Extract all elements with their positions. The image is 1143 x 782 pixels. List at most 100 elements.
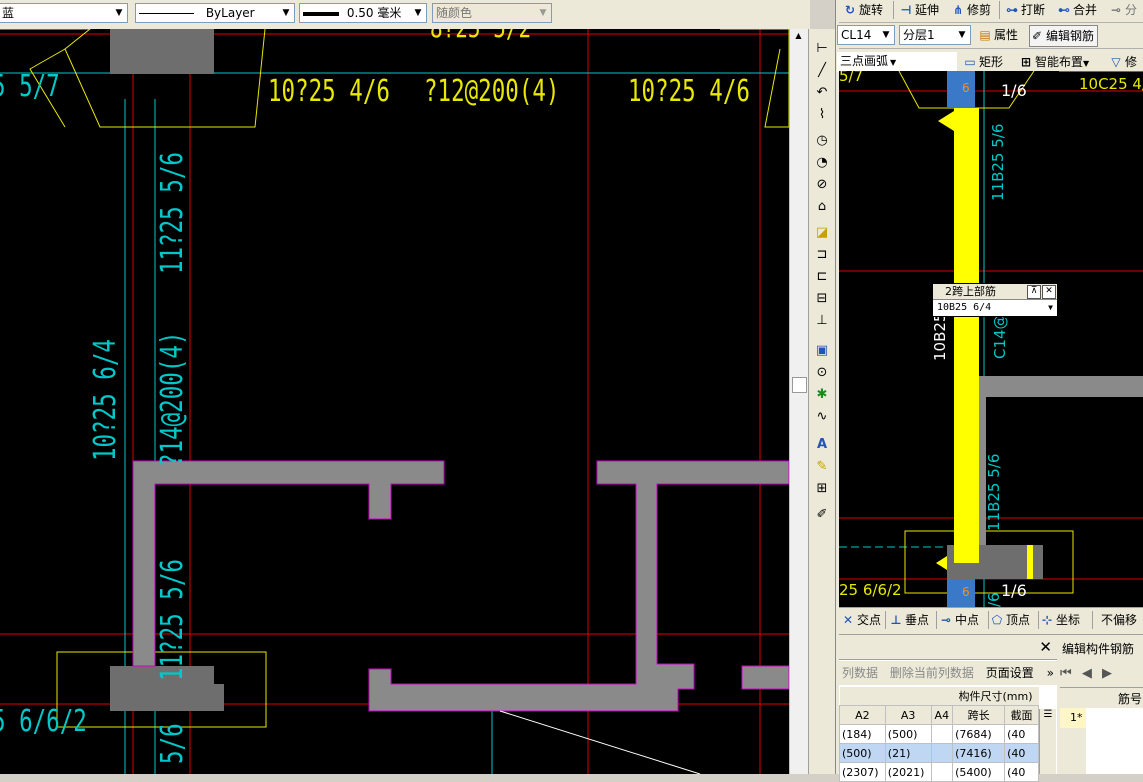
table-cell[interactable]: (7684) <box>952 724 1006 744</box>
snap-coordinate-button[interactable]: ⊹ 坐标 <box>1040 610 1080 630</box>
row-number[interactable]: 1* <box>1060 708 1086 728</box>
snap-midpoint-button[interactable]: ⊸ 中点 <box>939 610 979 630</box>
table-cell[interactable]: (40 <box>1004 762 1039 782</box>
edit-grid[interactable] <box>1086 708 1143 774</box>
ratio-label[interactable]: 1/6 <box>1001 581 1027 600</box>
line-icon[interactable]: ⊢ <box>813 40 831 58</box>
dim-ordinate-icon[interactable]: ⊥ <box>813 312 831 330</box>
chevron-down-icon[interactable]: ▼ <box>410 4 426 22</box>
point-icon[interactable]: ⊙ <box>813 364 831 382</box>
rebar-label[interactable]: 10?25 4/6 <box>268 74 390 109</box>
vertical-scrollbar[interactable]: ▲ <box>789 29 808 774</box>
rebar-label[interactable]: 5 6/6/2 <box>0 704 87 739</box>
rebar-label[interactable]: /6 <box>985 592 1003 607</box>
dim-baseline-icon[interactable]: ⊟ <box>813 290 831 308</box>
no-entry-icon[interactable]: ⊘ <box>813 176 831 194</box>
stirrup-label[interactable]: ?12@200(4) <box>424 74 559 109</box>
arc-icon[interactable]: ↶ <box>813 84 831 102</box>
block-icon[interactable]: ▣ <box>813 342 831 360</box>
rebar-label[interactable]: 10C25 4/ <box>1079 75 1143 93</box>
table-row[interactable]: (2307) (2021) (5400) (40 <box>839 762 1039 782</box>
rebar-label[interactable]: 11?25 5/6 <box>155 559 190 681</box>
trim-button[interactable]: ⋔ 修剪 <box>951 0 991 20</box>
table-cell[interactable]: (500) <box>884 724 932 744</box>
stirrup-label[interactable]: ?14@200(4) <box>155 332 190 467</box>
stirrup-label[interactable]: C14@ <box>991 314 1009 359</box>
properties-button[interactable]: ▤ 属性 <box>978 25 1018 45</box>
column-header[interactable]: A4 <box>930 705 954 725</box>
table-row[interactable]: (184) (500) (7684) (40 <box>839 724 1039 744</box>
rebar-label[interactable]: 10?25 4/6 <box>628 74 750 109</box>
column-header[interactable]: A2 <box>839 705 886 725</box>
lineweight-select[interactable]: 0.50 毫米 ▼ <box>299 3 427 23</box>
chevron-down-icon[interactable]: ▼ <box>1083 59 1089 68</box>
table-cell[interactable] <box>930 724 954 744</box>
pencil-icon[interactable]: ✎ <box>813 458 831 476</box>
table-cell[interactable] <box>930 762 954 782</box>
align-icon[interactable]: ⊞ <box>813 480 831 498</box>
text-icon[interactable]: A <box>813 436 831 454</box>
rebar-label[interactable]: 5/7 <box>839 71 863 85</box>
chevron-down-icon[interactable]: ▼ <box>878 26 894 44</box>
table-cell[interactable]: (2021) <box>884 762 932 782</box>
scroll-up-icon[interactable]: ▲ <box>790 29 807 43</box>
chevron-down-icon[interactable]: ▼ <box>111 4 127 22</box>
ratio-label[interactable]: 1/6 <box>1001 81 1027 100</box>
rebar-label[interactable]: 11?25 5/6 <box>155 152 190 274</box>
ray-icon[interactable]: ╱ <box>813 62 831 80</box>
layer-select[interactable]: 分层1 ▼ <box>899 25 971 45</box>
table-cell[interactable]: (21) <box>884 743 932 763</box>
dim-linear-icon[interactable]: ⊐ <box>813 246 831 264</box>
table-cell[interactable]: (2307) <box>839 762 886 782</box>
extend-button[interactable]: ⊣ 延伸 <box>899 0 940 20</box>
close-icon[interactable]: ✕ <box>1042 285 1056 299</box>
split-button[interactable]: ⊸ 分 <box>1109 0 1137 20</box>
rebar-label[interactable]: 10?25 6/4 <box>88 339 123 461</box>
popup-value-input[interactable]: 10B25 6/4 <box>937 302 991 313</box>
collapse-icon[interactable]: ⊼ <box>1027 285 1041 299</box>
table-cell[interactable]: (500) <box>839 743 886 763</box>
snap-perpendicular-button[interactable]: ⊥ 垂点 <box>889 610 930 630</box>
member-select[interactable]: CL14 ▼ <box>837 25 895 45</box>
color-select[interactable]: 蓝 ▼ <box>0 3 128 23</box>
first-record-icon[interactable]: ⏮ <box>1060 666 1072 681</box>
chevron-down-icon[interactable]: ▼ <box>278 4 294 22</box>
dim-aligned-icon[interactable]: ⊏ <box>813 268 831 286</box>
arc-3pt-icon[interactable]: ◔ <box>813 154 831 172</box>
wave-icon[interactable]: ∿ <box>813 408 831 426</box>
insert-column-button[interactable]: 列数据 <box>842 666 878 680</box>
table-cell[interactable] <box>930 743 954 763</box>
rebar-label[interactable]: 11B25 5/6 <box>989 124 1007 201</box>
next-record-icon[interactable]: ▶ <box>1102 666 1112 681</box>
merge-button[interactable]: ⊷ 合并 <box>1057 0 1097 20</box>
no-offset-button[interactable]: 不偏移 <box>1101 610 1137 630</box>
break-button[interactable]: ⊶ 打断 <box>1005 0 1045 20</box>
delete-column-button[interactable]: 删除当前列数据 <box>890 666 974 680</box>
hatch-icon[interactable]: ◪ <box>813 224 831 242</box>
prev-record-icon[interactable]: ◀ <box>1082 666 1092 681</box>
smart-place-button[interactable]: ⊞ 智能布置▼ <box>1019 52 1089 72</box>
snap-icon[interactable]: ✱ <box>813 386 831 404</box>
column-header[interactable]: A3 <box>884 705 932 725</box>
edit-icon[interactable]: ✐ <box>813 506 831 524</box>
close-icon[interactable]: ✕ <box>1039 638 1052 656</box>
rebar-label[interactable]: 5/6 <box>155 723 190 764</box>
chevron-down-icon[interactable]: ▼ <box>890 58 896 67</box>
cad-canvas-left[interactable]: 8?25 5/2 5 5/7 10?25 4/6 ?12@200(4) 10?2… <box>0 29 789 774</box>
chevron-down-icon[interactable]: ▼ <box>954 26 970 44</box>
scrollbar-thumb[interactable] <box>792 377 807 393</box>
table-row-selected[interactable]: (500) (21) (7416) (40 <box>839 743 1039 763</box>
rebar-label[interactable]: 25 6/6/2 <box>839 581 902 599</box>
column-header[interactable]: 筋号 <box>1118 690 1142 707</box>
rebar-input-popup[interactable]: 2跨上部筋 ⊼ ✕ 10B25 6/4 ▼ <box>932 283 1058 317</box>
rebar-label[interactable]: 8?25 5/2 <box>430 29 531 44</box>
chevron-down-icon[interactable]: ▼ <box>1048 300 1053 315</box>
rect-button[interactable]: ▭ 矩形 <box>963 52 1003 72</box>
arc-mode-select[interactable]: 三点画弧 ▼ <box>837 52 957 72</box>
table-cell[interactable]: (40 <box>1004 743 1039 763</box>
spline-icon[interactable]: ⌂ <box>813 198 831 216</box>
page-setup-button[interactable]: 页面设置 <box>986 666 1034 680</box>
table-cell[interactable]: (184) <box>839 724 886 744</box>
column-header[interactable]: 跨长 <box>952 705 1006 725</box>
column-header[interactable]: 截面 <box>1004 705 1039 725</box>
